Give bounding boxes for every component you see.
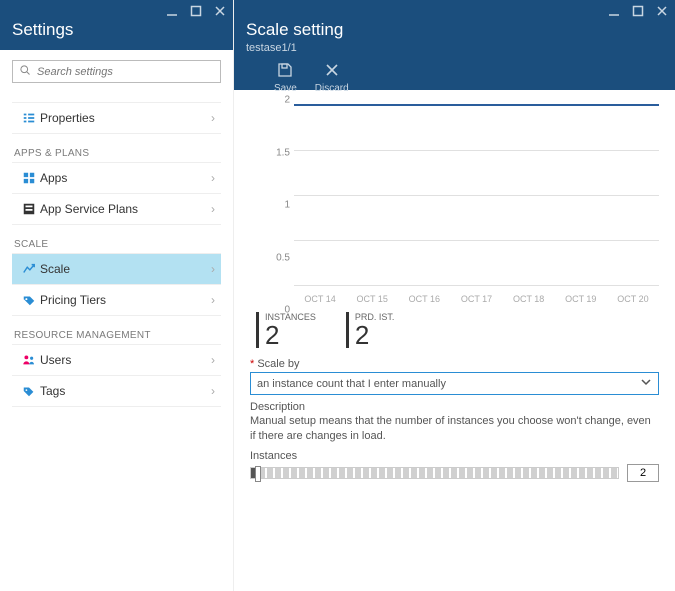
sidebar-item-scale[interactable]: Scale › — [12, 253, 221, 285]
sidebar-item-label: Pricing Tiers — [40, 293, 106, 307]
slider-thumb[interactable] — [255, 466, 261, 482]
y-tick: 2 — [284, 95, 290, 106]
scaleby-label: * Scale by — [250, 358, 659, 370]
x-tick: OCT 17 — [461, 294, 492, 304]
chart-line — [294, 104, 659, 106]
x-tick: OCT 18 — [513, 294, 544, 304]
stat-instances: INSTANCES 2 — [256, 312, 316, 348]
save-label: Save — [274, 83, 297, 94]
scaleby-value: an instance count that I enter manually — [257, 378, 446, 390]
sidebar-item-label: Apps — [40, 171, 67, 185]
properties-icon — [18, 111, 40, 125]
tags-icon — [18, 384, 40, 398]
x-tick: OCT 15 — [357, 294, 388, 304]
sidebar-item-pricing-tiers[interactable]: Pricing Tiers › — [12, 284, 221, 316]
y-tick: 1.5 — [276, 147, 290, 158]
chevron-down-icon — [640, 376, 652, 391]
users-icon — [18, 353, 40, 367]
sidebar-item-label: App Service Plans — [40, 202, 138, 216]
x-tick: OCT 14 — [304, 294, 335, 304]
chevron-right-icon: › — [211, 384, 215, 398]
sidebar-item-tags[interactable]: Tags › — [12, 375, 221, 407]
section-label-scale: SCALE — [14, 239, 221, 250]
x-tick: OCT 19 — [565, 294, 596, 304]
y-tick: 0 — [284, 305, 290, 316]
discard-button[interactable]: Discard — [315, 62, 349, 94]
scaleby-select[interactable]: an instance count that I enter manually — [250, 372, 659, 395]
y-tick: 1 — [284, 200, 290, 211]
sidebar-item-properties[interactable]: Properties › — [12, 102, 221, 134]
chevron-right-icon: › — [211, 171, 215, 185]
close-button[interactable] — [655, 4, 669, 18]
minimize-button[interactable] — [165, 4, 179, 18]
app-service-plans-icon — [18, 202, 40, 216]
discard-icon — [324, 62, 340, 81]
search-input-wrap[interactable] — [12, 60, 221, 83]
apps-icon — [18, 171, 40, 185]
chevron-right-icon: › — [211, 202, 215, 216]
instances-chart: 2 1.5 1 0.5 0 OCT 14 OCT 15 OCT 16 — [250, 100, 659, 310]
maximize-button[interactable] — [189, 4, 203, 18]
scale-title: Scale setting — [246, 0, 663, 40]
close-button[interactable] — [213, 4, 227, 18]
sidebar-item-app-service-plans[interactable]: App Service Plans › — [12, 193, 221, 225]
save-icon — [277, 62, 293, 81]
scale-icon — [18, 262, 40, 276]
sidebar-item-label: Properties — [40, 111, 95, 125]
search-input[interactable] — [37, 66, 214, 78]
x-tick: OCT 16 — [409, 294, 440, 304]
description-label: Description — [250, 401, 659, 413]
minimize-button[interactable] — [607, 4, 621, 18]
maximize-button[interactable] — [631, 4, 645, 18]
sidebar-item-label: Users — [40, 353, 71, 367]
sidebar-item-label: Tags — [40, 384, 65, 398]
discard-label: Discard — [315, 83, 349, 94]
sidebar-item-label: Scale — [40, 262, 70, 276]
settings-header: Settings — [0, 0, 233, 50]
section-label-apps-plans: APPS & PLANS — [14, 148, 221, 159]
instances-input[interactable] — [627, 464, 659, 482]
chevron-right-icon: › — [211, 111, 215, 125]
sidebar-item-apps[interactable]: Apps › — [12, 162, 221, 194]
section-label-resource: RESOURCE MANAGEMENT — [14, 330, 221, 341]
search-icon — [19, 64, 37, 79]
chevron-right-icon: › — [211, 293, 215, 307]
instances-slider[interactable] — [250, 467, 619, 479]
stat-value: 2 — [265, 322, 316, 348]
y-tick: 0.5 — [276, 252, 290, 263]
pricing-icon — [18, 293, 40, 307]
save-button[interactable]: Save — [274, 62, 297, 94]
description-text: Manual setup means that the number of in… — [250, 414, 659, 444]
sidebar-item-users[interactable]: Users › — [12, 344, 221, 376]
stat-value: 2 — [355, 322, 395, 348]
scale-subtitle: testase1/1 — [246, 42, 663, 54]
chevron-right-icon: › — [211, 353, 215, 367]
instances-field-label: Instances — [250, 450, 659, 462]
x-tick: OCT 20 — [617, 294, 648, 304]
scale-header: Scale setting testase1/1 Save Discard — [234, 0, 675, 90]
chevron-right-icon: › — [211, 262, 215, 276]
stat-prdist: PRD. IST. 2 — [346, 312, 395, 348]
